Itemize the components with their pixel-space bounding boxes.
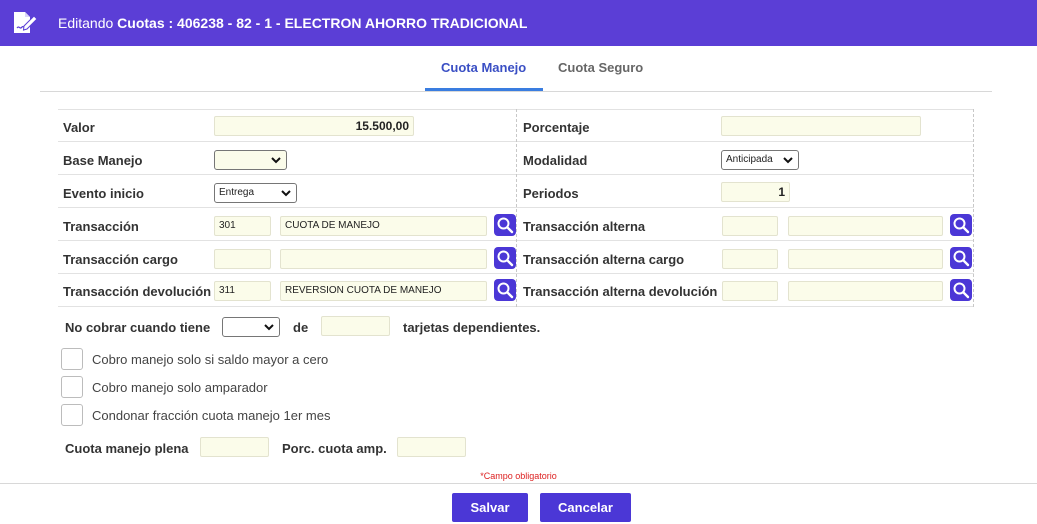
no-cobrar-label: No cobrar cuando tiene (65, 320, 211, 335)
search-icon (497, 217, 514, 234)
tab-cuota-seguro[interactable]: Cuota Seguro (558, 60, 643, 75)
porcentaje-input[interactable] (721, 116, 921, 136)
base-manejo-select[interactable] (214, 150, 287, 170)
transaccion-alterna-search-button[interactable] (950, 214, 972, 236)
transaccion-alterna-cargo-label: Transacción alterna cargo (523, 252, 685, 267)
condonar-fraccion-label: Condonar fracción cuota manejo 1er mes (92, 408, 331, 423)
tab-bar: Cuota Manejo Cuota Seguro (40, 50, 992, 92)
search-icon (953, 282, 970, 299)
transaccion-alterna-code-input[interactable] (722, 216, 778, 236)
search-icon (953, 250, 970, 267)
transaccion-cargo-desc-input[interactable] (280, 249, 487, 269)
page-title: Editando Cuotas : 406238 - 82 - 1 - ELEC… (58, 15, 528, 31)
transaccion-alterna-desc-input[interactable] (788, 216, 943, 236)
tab-cuota-manejo[interactable]: Cuota Manejo (441, 60, 526, 75)
cobro-solo-amparador-checkbox[interactable] (61, 376, 83, 398)
save-button[interactable]: Salvar (452, 493, 528, 522)
valor-input[interactable]: 15.500,00 (214, 116, 414, 136)
footer-divider (0, 483, 1037, 484)
transaccion-desc-input[interactable]: CUOTA DE MANEJO (280, 216, 487, 236)
chevron-down-icon (281, 190, 291, 197)
transaccion-devolucion-search-button[interactable] (494, 279, 516, 301)
periodos-label: Periodos (523, 186, 579, 201)
transaccion-alterna-cargo-search-button[interactable] (950, 247, 972, 269)
condonar-fraccion-checkbox[interactable] (61, 404, 83, 426)
transaccion-alterna-devolucion-label: Transacción alterna devolución (523, 284, 718, 299)
transaccion-search-button[interactable] (494, 214, 516, 236)
cuota-manejo-plena-label: Cuota manejo plena (65, 441, 189, 456)
search-icon (497, 250, 514, 267)
chevron-down-icon (783, 157, 793, 164)
base-manejo-label: Base Manejo (63, 153, 143, 168)
cobro-saldo-mayor-cero-label: Cobro manejo solo si saldo mayor a cero (92, 352, 329, 367)
porc-cuota-amp-label: Porc. cuota amp. (282, 441, 387, 456)
porcentaje-label: Porcentaje (523, 120, 590, 135)
tarjetas-count-input[interactable] (321, 316, 390, 336)
active-tab-indicator (425, 88, 543, 91)
chevron-down-icon (271, 157, 281, 164)
title-bar: Editando Cuotas : 406238 - 82 - 1 - ELEC… (0, 0, 1037, 46)
modalidad-label: Modalidad (523, 153, 588, 168)
tarjetas-dependientes-label: tarjetas dependientes. (403, 320, 541, 335)
modalidad-select[interactable]: Anticipada (721, 150, 799, 170)
chevron-down-icon (264, 324, 274, 331)
porc-cuota-amp-input[interactable] (397, 437, 466, 457)
cobro-saldo-mayor-cero-checkbox[interactable] (61, 348, 83, 370)
transaccion-cargo-search-button[interactable] (494, 247, 516, 269)
search-icon (953, 217, 970, 234)
cancel-button[interactable]: Cancelar (540, 493, 631, 522)
transaccion-devolucion-code-input[interactable]: 311 (214, 281, 271, 301)
transaccion-alterna-cargo-desc-input[interactable] (788, 249, 943, 269)
transaccion-devolucion-label: Transacción devolución (63, 284, 212, 299)
no-cobrar-select[interactable] (222, 317, 280, 337)
periodos-input[interactable]: 1 (721, 182, 790, 202)
de-label: de (293, 320, 309, 335)
cuota-manejo-plena-input[interactable] (200, 437, 269, 457)
transaccion-alterna-devolucion-desc-input[interactable] (788, 281, 943, 301)
evento-inicio-select[interactable]: Entrega (214, 183, 297, 203)
transaccion-label: Transacción (63, 219, 139, 234)
transaccion-alterna-cargo-code-input[interactable] (722, 249, 778, 269)
transaccion-cargo-code-input[interactable] (214, 249, 271, 269)
transaccion-code-input[interactable]: 301 (214, 216, 271, 236)
edit-document-icon (10, 9, 38, 37)
transaccion-alterna-devolucion-code-input[interactable] (722, 281, 778, 301)
required-field-note: *Campo obligatorio (480, 471, 557, 481)
search-icon (497, 282, 514, 299)
transaccion-devolucion-desc-input[interactable]: REVERSION CUOTA DE MANEJO (280, 281, 487, 301)
transaccion-alterna-label: Transacción alterna (523, 219, 646, 234)
transaccion-alterna-devolucion-search-button[interactable] (950, 279, 972, 301)
transaccion-cargo-label: Transacción cargo (63, 252, 178, 267)
evento-inicio-label: Evento inicio (63, 186, 144, 201)
cobro-solo-amparador-label: Cobro manejo solo amparador (92, 380, 268, 395)
valor-label: Valor (63, 120, 95, 135)
